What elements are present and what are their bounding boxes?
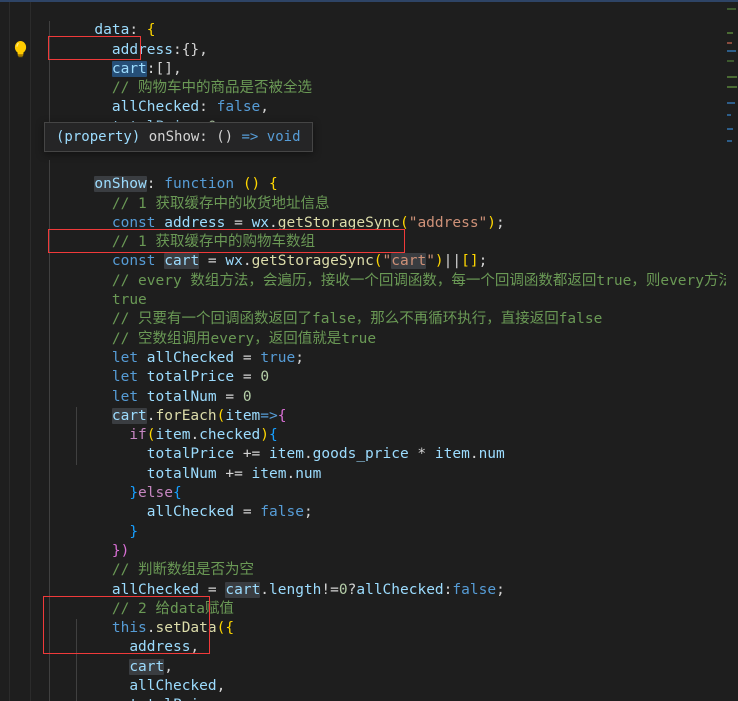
- code-line: // 1 获取缓存中的购物车数组: [42, 214, 733, 250]
- code-line-allchecked-ternary: allChecked = cart.length!=0?allChecked:f…: [42, 561, 733, 598]
- code-line: let totalNum = 0: [42, 368, 733, 405]
- code-line-foreach: cart.forEach(item=>{: [42, 388, 733, 424]
- code-line: allChecked: false,: [42, 79, 733, 115]
- tooltip-arrow-icon: =>: [241, 129, 259, 145]
- code-line: // 购物车中的商品是否被全选: [42, 60, 733, 96]
- editor-gutter: [0, 2, 42, 701]
- minimap-line-mark: [727, 50, 736, 52]
- code-content-area[interactable]: data: { address:{}, cart:[], // 购物车中的商品是…: [42, 2, 733, 701]
- minimap-line-mark: [727, 86, 737, 88]
- code-line-cart-shorthand: cart,: [42, 639, 733, 675]
- code-line: // 只要有一个回调函数返回了false，那么不再循环执行，直接返回false: [42, 291, 733, 327]
- code-line: totalNum += item.num: [42, 446, 733, 482]
- code-line: // 判断数组是否为空: [42, 542, 733, 578]
- code-line-onshow: onShow: function () {: [42, 156, 733, 193]
- minimap-line-mark: [727, 140, 732, 142]
- code-line: // every 数组方法，会遍历，接收一个回调函数，每一个回调函数都返回tru…: [42, 253, 733, 289]
- tooltip-return-type: void: [266, 129, 301, 145]
- minimap-line-mark: [727, 76, 737, 78]
- minimap-line-mark: [727, 32, 733, 34]
- minimap-line-mark: [727, 102, 735, 104]
- code-line: allChecked = false;: [42, 484, 733, 520]
- code-line-const-cart: const cart = wx.getStorageSync("cart")||…: [42, 233, 733, 270]
- code-line: }): [42, 523, 733, 559]
- tooltip-space: [258, 123, 266, 151]
- code-line-else: }else{: [42, 465, 733, 501]
- tooltip-signature-name: onShow:: [148, 129, 208, 145]
- code-line: let allChecked = true;: [42, 330, 733, 366]
- code-line: const address = wx.getStorageSync("addre…: [42, 195, 733, 231]
- minimap-line-mark: [727, 114, 731, 116]
- minimap-line-mark: [727, 42, 732, 44]
- code-line: // 2 给data赋值: [42, 581, 733, 617]
- minimap-line-mark: [727, 60, 734, 62]
- code-line: totalPrice += item.goods_price * item.nu…: [42, 426, 733, 462]
- code-line: address:{},: [42, 21, 733, 58]
- code-line: totalPrice:0,: [42, 98, 733, 135]
- lightbulb-quickfix-icon[interactable]: [12, 40, 29, 59]
- tooltip-params: (): [216, 129, 234, 145]
- code-line-cart-declaration: cart:[],: [42, 41, 733, 77]
- hover-tooltip: (property) onShow: () => void: [44, 122, 313, 152]
- tooltip-prefix: (property): [56, 129, 141, 145]
- code-line-partial: totalNum: [42, 696, 733, 701]
- code-line-if: if(item.checked){: [42, 407, 733, 443]
- gutter-divider-right: [30, 2, 31, 701]
- gutter-divider-left: [9, 2, 10, 701]
- code-line: allChecked,: [42, 658, 733, 694]
- editor-minimap[interactable]: [726, 2, 738, 701]
- code-line: }: [42, 503, 733, 540]
- tooltip-space: [233, 123, 241, 151]
- tooltip-space: [208, 123, 216, 151]
- code-line: address,: [42, 619, 733, 655]
- code-line: // 空数组调用every，返回值就是true: [42, 310, 733, 347]
- minimap-line-mark: [727, 128, 733, 130]
- code-line: data: {: [42, 2, 733, 38]
- code-line: let totalPrice = 0: [42, 349, 733, 385]
- code-editor[interactable]: data: { address:{}, cart:[], // 购物车中的商品是…: [0, 0, 738, 701]
- code-line: // 1 获取缓存中的收货地址信息: [42, 175, 733, 212]
- code-line: true: [42, 272, 733, 308]
- code-line-setdata: this.setData({: [42, 600, 733, 636]
- minimap-line-mark: [727, 8, 736, 10]
- code-line: totalPrice,: [42, 677, 733, 701]
- tooltip-space: [140, 123, 148, 151]
